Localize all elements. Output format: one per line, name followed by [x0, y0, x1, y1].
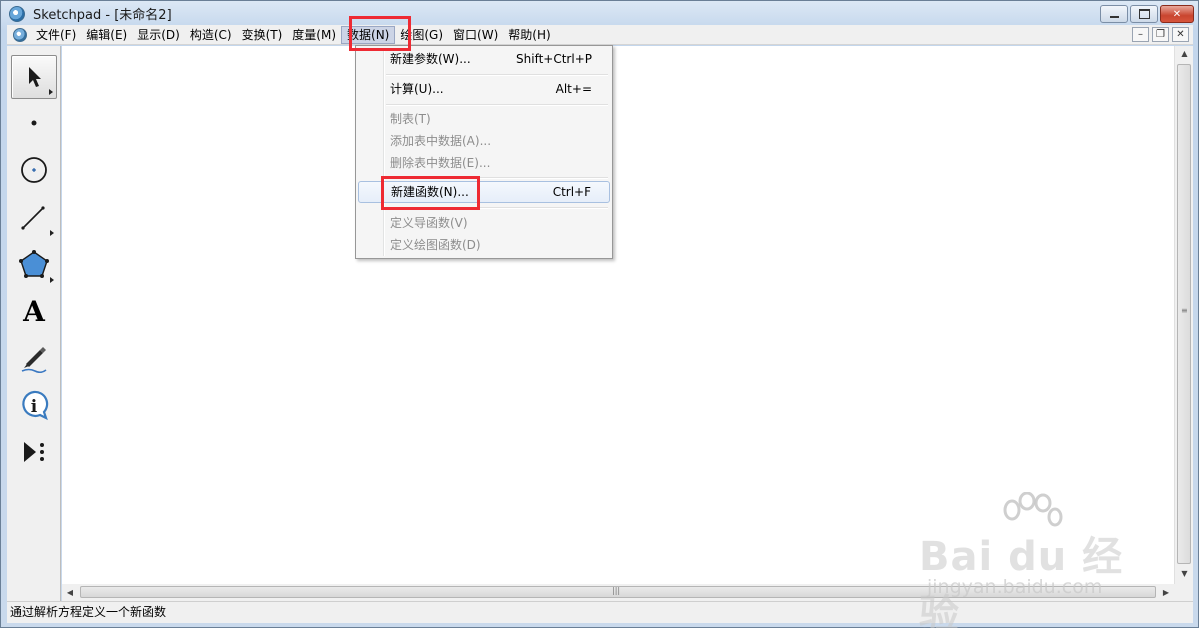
menu-edit[interactable]: 编辑(E) [81, 26, 132, 44]
menu-item-new-parameter[interactable]: 新建参数(W)... Shift+Ctrl+P [358, 48, 610, 70]
information-icon: i [22, 390, 49, 421]
caption-buttons: ✕ [1098, 5, 1194, 23]
marker-pen-icon [21, 347, 47, 373]
svg-text:i: i [31, 397, 38, 417]
scroll-grip-icon: ||| [612, 586, 621, 595]
arrow-select-tool[interactable] [11, 55, 57, 99]
circle-icon [21, 157, 47, 183]
menu-bar: 文件(F) 编辑(E) 显示(D) 构造(C) 变换(T) 度量(M) 数据(N… [7, 25, 1193, 45]
document-icon[interactable] [13, 27, 27, 42]
text-a-icon: A [23, 294, 45, 328]
polygon-tool[interactable] [11, 242, 57, 286]
scroll-down-arrow-icon[interactable]: ▼ [1175, 566, 1194, 582]
scroll-up-arrow-icon[interactable]: ▲ [1175, 46, 1194, 62]
menu-display[interactable]: 显示(D) [132, 26, 185, 44]
submenu-arrow-icon [50, 277, 54, 283]
menu-separator [386, 207, 608, 209]
toolbox: A i [7, 46, 61, 601]
polygon-icon [19, 250, 49, 278]
data-menu-dropdown: 新建参数(W)... Shift+Ctrl+P 计算(U)... Alt+= 制… [355, 45, 613, 259]
point-tool[interactable] [11, 101, 57, 145]
status-bar: 通过解析方程定义一个新函数 [7, 601, 1193, 623]
menu-separator [386, 104, 608, 106]
minimize-button[interactable] [1100, 5, 1128, 23]
scroll-grip-icon: ≡ [1181, 306, 1188, 315]
menu-item-new-function[interactable]: 新建函数(N)... Ctrl+F [358, 181, 610, 203]
close-button[interactable]: ✕ [1160, 5, 1194, 23]
status-text: 通过解析方程定义一个新函数 [10, 605, 167, 619]
scroll-right-arrow-icon[interactable]: ▶ [1158, 584, 1174, 601]
maximize-button[interactable] [1130, 5, 1158, 23]
menu-file[interactable]: 文件(F) [31, 26, 81, 44]
doc-minimize-button[interactable]: – [1132, 27, 1149, 42]
point-icon [31, 120, 37, 126]
text-tool[interactable]: A [11, 289, 57, 333]
compass-tool[interactable] [11, 148, 57, 192]
menu-item-calculate[interactable]: 计算(U)... Alt+= [358, 78, 610, 100]
marker-tool[interactable] [11, 336, 57, 380]
window-title: Sketchpad - [未命名2] [33, 8, 172, 23]
menu-data[interactable]: 数据(N) [341, 25, 396, 44]
menu-separator [386, 177, 608, 179]
sketch-canvas[interactable] [62, 46, 1174, 584]
vertical-scrollbar[interactable]: ▲ ≡ ▼ [1174, 46, 1193, 584]
submenu-arrow-icon [50, 230, 54, 236]
scroll-corner [1174, 584, 1193, 601]
app-window: Sketchpad - [未命名2] ✕ 文件(F) 编辑(E) 显示(D) 构… [0, 0, 1199, 628]
doc-restore-button[interactable]: ❐ [1152, 27, 1169, 42]
straightedge-tool[interactable] [11, 195, 57, 239]
menu-item-tabulate[interactable]: 制表(T) [358, 108, 610, 130]
menu-help[interactable]: 帮助(H) [503, 26, 555, 44]
menu-item-define-plot-function[interactable]: 定义绘图函数(D) [358, 234, 610, 256]
menu-item-add-table-data[interactable]: 添加表中数据(A)... [358, 130, 610, 152]
menu-measure[interactable]: 度量(M) [287, 26, 341, 44]
document-window-controls: – ❐ ✕ [1129, 27, 1189, 42]
menu-item-define-derivative[interactable]: 定义导函数(V) [358, 212, 610, 234]
sketchpad-app-icon[interactable] [9, 5, 25, 22]
menu-graph[interactable]: 绘图(G) [395, 26, 448, 44]
horizontal-scrollbar[interactable]: ◀ ||| ▶ [62, 584, 1174, 601]
menu-transform[interactable]: 变换(T) [237, 26, 288, 44]
submenu-arrow-icon [49, 89, 53, 95]
title-bar: Sketchpad - [未命名2] ✕ [1, 1, 1198, 26]
menu-item-remove-table-data[interactable]: 删除表中数据(E)... [358, 152, 610, 174]
custom-tools-icon [24, 442, 44, 462]
line-segment-icon [21, 206, 45, 230]
menu-window[interactable]: 窗口(W) [448, 26, 503, 44]
menu-construct[interactable]: 构造(C) [185, 26, 237, 44]
information-tool[interactable]: i [11, 383, 57, 427]
doc-close-button[interactable]: ✕ [1172, 27, 1189, 42]
menu-separator [386, 74, 608, 76]
custom-tool[interactable] [11, 430, 57, 474]
arrow-cursor-icon [29, 67, 41, 87]
scroll-left-arrow-icon[interactable]: ◀ [62, 584, 78, 601]
